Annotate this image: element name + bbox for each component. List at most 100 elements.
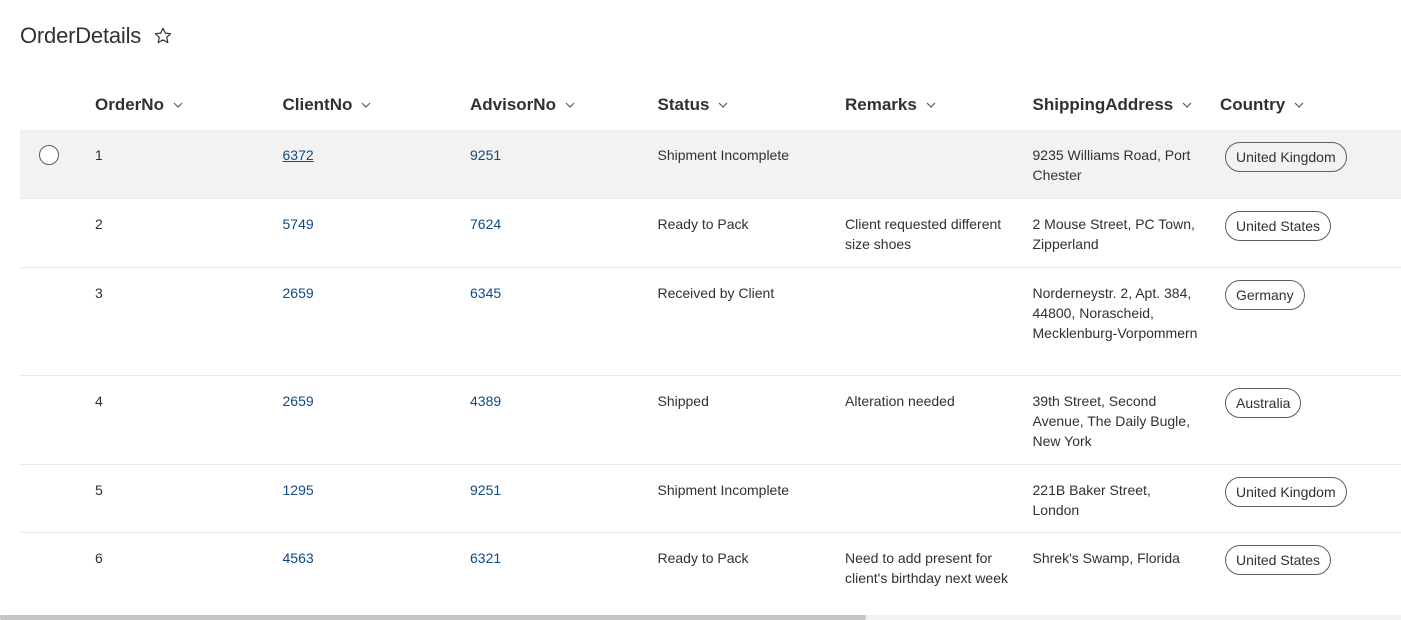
cell-advisorno: 6345 bbox=[470, 268, 658, 375]
column-header-label: ClientNo bbox=[282, 95, 353, 114]
cell-orderno: 6 bbox=[95, 550, 103, 566]
client-link[interactable]: 2659 bbox=[283, 285, 314, 301]
cell-clientno: 4563 bbox=[283, 533, 471, 620]
cell-advisorno: 9251 bbox=[470, 130, 658, 198]
cell-orderno: 4 bbox=[95, 393, 103, 409]
cell-shipping-address: 221B Baker Street, London bbox=[1032, 482, 1151, 518]
cell-country: United States bbox=[1220, 199, 1401, 267]
table-row[interactable]: 3 2659 6345 Received by Client Norderney… bbox=[20, 268, 1401, 376]
row-select-cell[interactable] bbox=[20, 533, 95, 620]
client-link[interactable]: 5749 bbox=[283, 216, 314, 232]
cell-remarks: Need to add present for client's birthda… bbox=[845, 550, 1008, 586]
table-row[interactable]: 1 6372 9251 Shipment Incomplete 9235 Wil… bbox=[20, 130, 1401, 199]
row-select-cell[interactable] bbox=[20, 268, 95, 375]
cell-remarks bbox=[845, 465, 1033, 532]
cell-status: Ready to Pack bbox=[657, 216, 749, 232]
cell-country: Australia bbox=[1220, 376, 1401, 464]
cell-remarks: Alteration needed bbox=[845, 393, 955, 409]
cell-orderno: 5 bbox=[95, 482, 103, 498]
country-badge: United States bbox=[1225, 211, 1332, 241]
advisor-link[interactable]: 9251 bbox=[470, 482, 501, 498]
cell-orderno: 2 bbox=[95, 216, 103, 232]
page-title: OrderDetails bbox=[20, 23, 142, 48]
column-header-label: AdvisorNo bbox=[470, 95, 556, 114]
cell-remarks bbox=[845, 268, 1033, 375]
chevron-down-icon[interactable] bbox=[925, 99, 937, 111]
column-header-status[interactable]: Status bbox=[658, 80, 846, 130]
row-select-cell[interactable] bbox=[20, 465, 95, 532]
column-header-label: Country bbox=[1220, 95, 1286, 114]
header-row: OrderNo ClientNo AdvisorNo Status Remark… bbox=[20, 80, 1401, 130]
chevron-down-icon[interactable] bbox=[1181, 99, 1193, 111]
cell-advisorno: 4389 bbox=[470, 376, 658, 464]
cell-remarks: Client requested different size shoes bbox=[845, 216, 1002, 252]
table-row[interactable]: 2 5749 7624 Ready to Pack Client request… bbox=[20, 199, 1401, 268]
cell-status: Shipment Incomplete bbox=[657, 147, 790, 163]
cell-advisorno: 7624 bbox=[470, 199, 658, 267]
horizontal-scrollbar[interactable] bbox=[0, 615, 1401, 620]
column-header-orderno[interactable]: OrderNo bbox=[95, 80, 283, 130]
order-details-page: OrderDetails OrderNo ClientNo AdvisorNo … bbox=[0, 0, 1401, 620]
table-row[interactable]: 5 1295 9251 Shipment Incomplete 221B Bak… bbox=[20, 465, 1401, 533]
cell-advisorno: 9251 bbox=[470, 465, 658, 532]
cell-status: Shipped bbox=[657, 393, 709, 409]
table-row[interactable]: 6 4563 6321 Ready to Pack Need to add pr… bbox=[20, 533, 1401, 620]
row-select-radio[interactable] bbox=[39, 145, 59, 165]
client-link[interactable]: 2659 bbox=[283, 393, 314, 409]
column-header-remarks[interactable]: Remarks bbox=[845, 80, 1033, 130]
title-bar: OrderDetails bbox=[20, 20, 173, 52]
cell-status: Shipment Incomplete bbox=[657, 482, 790, 498]
column-header-label: ShippingAddress bbox=[1032, 95, 1174, 114]
chevron-down-icon[interactable] bbox=[360, 99, 372, 111]
cell-country: United Kingdom bbox=[1220, 465, 1401, 532]
horizontal-scrollbar-thumb[interactable] bbox=[0, 615, 866, 620]
cell-clientno: 2659 bbox=[283, 268, 471, 375]
country-badge: Australia bbox=[1225, 388, 1302, 418]
column-header-country[interactable]: Country bbox=[1220, 80, 1401, 130]
column-header-shippingaddress[interactable]: ShippingAddress bbox=[1033, 80, 1221, 130]
column-header-advisorno[interactable]: AdvisorNo bbox=[470, 80, 658, 130]
cell-shipping-address: 9235 Williams Road, Port Chester bbox=[1032, 147, 1191, 183]
select-all-column bbox=[20, 80, 95, 130]
country-badge: United States bbox=[1225, 545, 1332, 575]
column-header-clientno[interactable]: ClientNo bbox=[283, 80, 471, 130]
client-link[interactable]: 1295 bbox=[283, 482, 314, 498]
column-header-label: Status bbox=[657, 95, 710, 114]
advisor-link[interactable]: 6345 bbox=[470, 285, 501, 301]
table-row[interactable]: 4 2659 4389 Shipped Alteration needed 39… bbox=[20, 376, 1401, 465]
cell-orderno: 1 bbox=[95, 147, 103, 163]
row-select-cell bbox=[20, 130, 95, 198]
column-header-label: OrderNo bbox=[95, 95, 164, 114]
cell-remarks bbox=[845, 130, 1033, 198]
row-select-cell[interactable] bbox=[20, 199, 95, 267]
cell-country: United Kingdom bbox=[1220, 130, 1401, 198]
cell-clientno: 1295 bbox=[283, 465, 471, 532]
client-link[interactable]: 4563 bbox=[283, 550, 314, 566]
cell-status: Received by Client bbox=[657, 285, 775, 301]
country-badge: Germany bbox=[1225, 280, 1305, 310]
chevron-down-icon[interactable] bbox=[564, 99, 576, 111]
cell-shipping-address: Norderneystr. 2, Apt. 384, 44800, Norasc… bbox=[1032, 285, 1198, 341]
advisor-link[interactable]: 4389 bbox=[470, 393, 501, 409]
advisor-link[interactable]: 6321 bbox=[470, 550, 501, 566]
client-link[interactable]: 6372 bbox=[283, 147, 314, 163]
cell-shipping-address: 39th Street, Second Avenue, The Daily Bu… bbox=[1032, 393, 1190, 449]
chevron-down-icon[interactable] bbox=[1293, 99, 1305, 111]
cell-shipping-address: Shrek's Swamp, Florida bbox=[1032, 550, 1180, 566]
cell-orderno: 3 bbox=[95, 285, 103, 301]
star-outline-icon[interactable] bbox=[153, 26, 173, 46]
advisor-link[interactable]: 9251 bbox=[470, 147, 501, 163]
cell-country: United States bbox=[1220, 533, 1401, 620]
chevron-down-icon[interactable] bbox=[172, 99, 184, 111]
cell-country: Germany bbox=[1220, 268, 1401, 375]
order-details-list: OrderNo ClientNo AdvisorNo Status Remark… bbox=[20, 80, 1401, 620]
row-select-cell[interactable] bbox=[20, 376, 95, 464]
cell-status: Ready to Pack bbox=[657, 550, 749, 566]
country-badge: United Kingdom bbox=[1225, 142, 1347, 172]
column-header-label: Remarks bbox=[845, 95, 917, 114]
chevron-down-icon[interactable] bbox=[717, 99, 729, 111]
country-badge: United Kingdom bbox=[1225, 477, 1347, 507]
cell-clientno: 2659 bbox=[283, 376, 471, 464]
advisor-link[interactable]: 7624 bbox=[470, 216, 501, 232]
cell-clientno: 5749 bbox=[283, 199, 471, 267]
